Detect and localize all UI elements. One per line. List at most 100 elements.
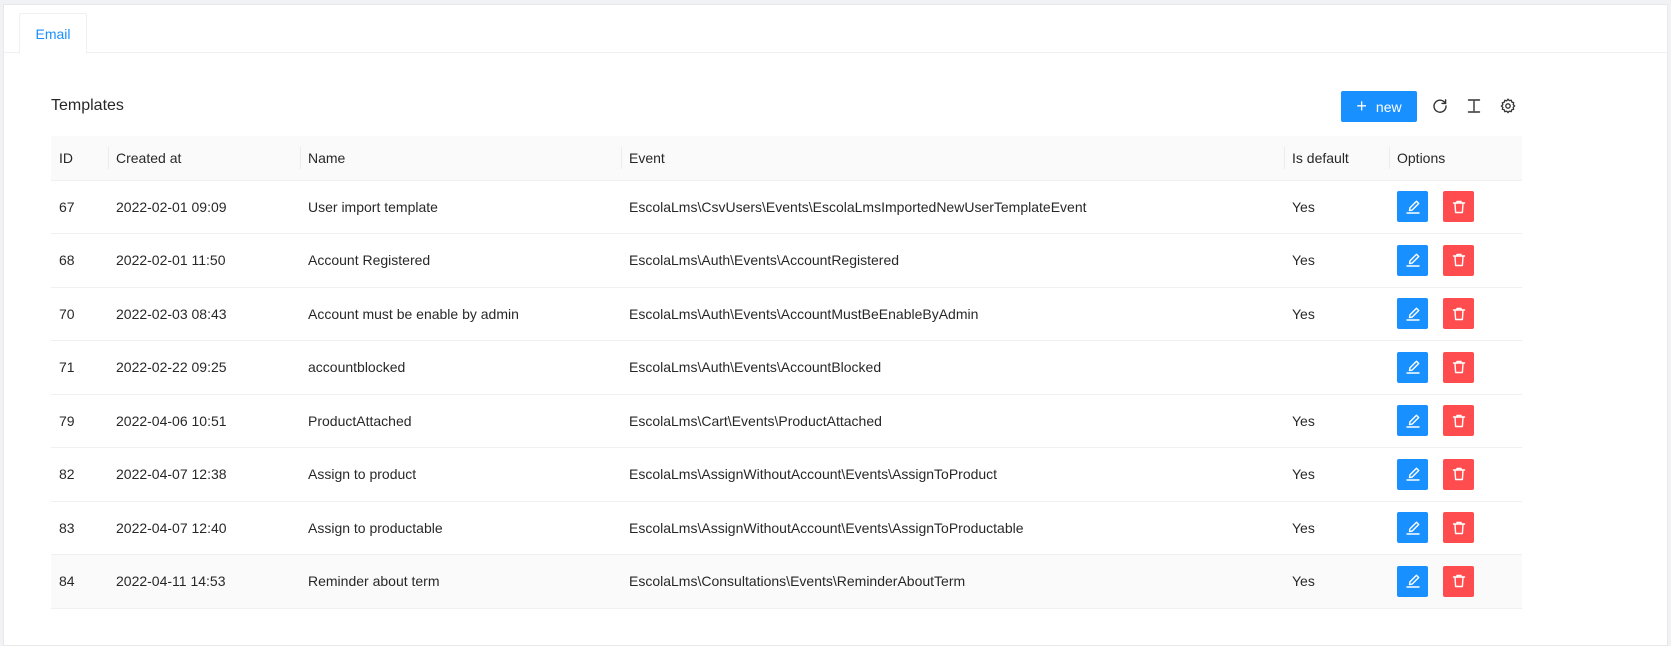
table-row: 79 2022-04-06 10:51 ProductAttached EscolaL… — [51, 394, 1522, 448]
edit-button[interactable] — [1397, 405, 1428, 437]
cell-is-default: Yes — [1284, 554, 1389, 609]
cell-event: EscolaLms\Cart\Events\ProductAttached — [621, 394, 1284, 448]
cell-event: EscolaLms\Auth\Events\AccountBlocked — [621, 340, 1284, 395]
delete-button[interactable] — [1443, 298, 1474, 330]
delete-icon — [1451, 306, 1467, 322]
cell-created-at: 2022-04-11 14:53 — [108, 554, 300, 609]
edit-icon — [1405, 359, 1421, 375]
plus-icon: + — [1356, 96, 1367, 116]
cell-options — [1389, 233, 1522, 288]
delete-icon — [1451, 199, 1467, 215]
cell-event: EscolaLms\Consultations\Events\ReminderA… — [621, 554, 1284, 609]
cell-id: 82 — [51, 447, 108, 502]
table-row: 71 2022-02-22 09:25 accountblocked EscolaLm… — [51, 340, 1522, 395]
cell-is-default: Yes — [1284, 501, 1389, 555]
cell-id: 79 — [51, 394, 108, 448]
row-actions — [1397, 565, 1514, 597]
delete-icon — [1451, 466, 1467, 482]
cell-name: User import template — [300, 180, 621, 234]
table-header: ID Created at Name Event Is default Opti… — [51, 136, 1522, 181]
delete-icon — [1451, 413, 1467, 429]
cell-created-at: 2022-04-07 12:40 — [108, 501, 300, 555]
edit-icon — [1405, 520, 1421, 536]
cell-options — [1389, 501, 1522, 555]
page-container: Email Templates + new ID Created at Name… — [3, 4, 1668, 646]
column-header-created-at: Created at — [108, 136, 300, 181]
row-actions — [1397, 405, 1514, 437]
cell-event: EscolaLms\AssignWithoutAccount\Events\As… — [621, 447, 1284, 502]
cell-name: Reminder about term — [300, 554, 621, 609]
cell-created-at: 2022-02-01 11:50 — [108, 233, 300, 288]
edit-icon — [1405, 413, 1421, 429]
cell-event: EscolaLms\AssignWithoutAccount\Events\As… — [621, 501, 1284, 555]
column-height-icon[interactable] — [1465, 97, 1483, 115]
edit-button[interactable] — [1397, 191, 1428, 223]
cell-options — [1389, 287, 1522, 341]
cell-id: 83 — [51, 501, 108, 555]
table-row: 67 2022-02-01 09:09 User import template Es… — [51, 180, 1522, 234]
cell-name: accountblocked — [300, 340, 621, 395]
delete-button[interactable] — [1443, 244, 1474, 276]
edit-button[interactable] — [1397, 351, 1428, 383]
cell-event: EscolaLms\Auth\Events\AccountMustBeEnabl… — [621, 287, 1284, 341]
tab-email[interactable]: Email — [19, 13, 87, 54]
table-row: 68 2022-02-01 11:50 Account Registered Esco… — [51, 233, 1522, 288]
delete-button[interactable] — [1443, 458, 1474, 490]
delete-button[interactable] — [1443, 351, 1474, 383]
cell-options — [1389, 340, 1522, 395]
column-header-name: Name — [300, 136, 621, 181]
table-row: 82 2022-04-07 12:38 Assign to product Escol… — [51, 447, 1522, 502]
delete-icon — [1451, 252, 1467, 268]
edit-button[interactable] — [1397, 458, 1428, 490]
cell-created-at: 2022-02-03 08:43 — [108, 287, 300, 341]
cell-id: 71 — [51, 340, 108, 395]
reload-icon[interactable] — [1431, 97, 1449, 115]
delete-button[interactable] — [1443, 191, 1474, 223]
edit-icon — [1405, 199, 1421, 215]
cell-options — [1389, 394, 1522, 448]
edit-icon — [1405, 252, 1421, 268]
cell-is-default: Yes — [1284, 233, 1389, 288]
cell-name: ProductAttached — [300, 394, 621, 448]
cell-is-default: Yes — [1284, 394, 1389, 448]
edit-button[interactable] — [1397, 512, 1428, 544]
delete-icon — [1451, 359, 1467, 375]
table-body: 67 2022-02-01 09:09 User import template Es… — [51, 180, 1522, 609]
table-row: 70 2022-02-03 08:43 Account must be enable… — [51, 287, 1522, 341]
edit-icon — [1405, 306, 1421, 322]
cell-created-at: 2022-02-22 09:25 — [108, 340, 300, 395]
cell-is-default: Yes — [1284, 447, 1389, 502]
cell-is-default — [1284, 340, 1389, 395]
row-actions — [1397, 512, 1514, 544]
delete-button[interactable] — [1443, 565, 1474, 597]
row-actions — [1397, 458, 1514, 490]
edit-button[interactable] — [1397, 565, 1428, 597]
cell-name: Assign to productable — [300, 501, 621, 555]
row-actions — [1397, 298, 1514, 330]
cell-created-at: 2022-04-07 12:38 — [108, 447, 300, 502]
cell-event: EscolaLms\CsvUsers\Events\EscolaLmsImpor… — [621, 180, 1284, 234]
new-button[interactable]: + new — [1341, 91, 1417, 122]
delete-button[interactable] — [1443, 512, 1474, 544]
edit-button[interactable] — [1397, 298, 1428, 330]
cell-id: 67 — [51, 180, 108, 234]
delete-button[interactable] — [1443, 405, 1474, 437]
column-header-event: Event — [621, 136, 1284, 181]
cell-id: 84 — [51, 554, 108, 609]
cell-name: Assign to product — [300, 447, 621, 502]
cell-name: Account must be enable by admin — [300, 287, 621, 341]
edit-button[interactable] — [1397, 244, 1428, 276]
cell-options — [1389, 447, 1522, 502]
cell-name: Account Registered — [300, 233, 621, 288]
table-row: 83 2022-04-07 12:40 Assign to productable E… — [51, 501, 1522, 555]
setting-icon[interactable] — [1499, 97, 1517, 115]
column-header-is-default: Is default — [1284, 136, 1389, 181]
column-header-id: ID — [51, 136, 108, 181]
cell-is-default: Yes — [1284, 287, 1389, 341]
row-actions — [1397, 244, 1514, 276]
row-actions — [1397, 351, 1514, 383]
tab-bar: Email — [4, 5, 1667, 54]
delete-icon — [1451, 573, 1467, 589]
cell-options — [1389, 554, 1522, 609]
card-title: Templates — [51, 97, 124, 114]
